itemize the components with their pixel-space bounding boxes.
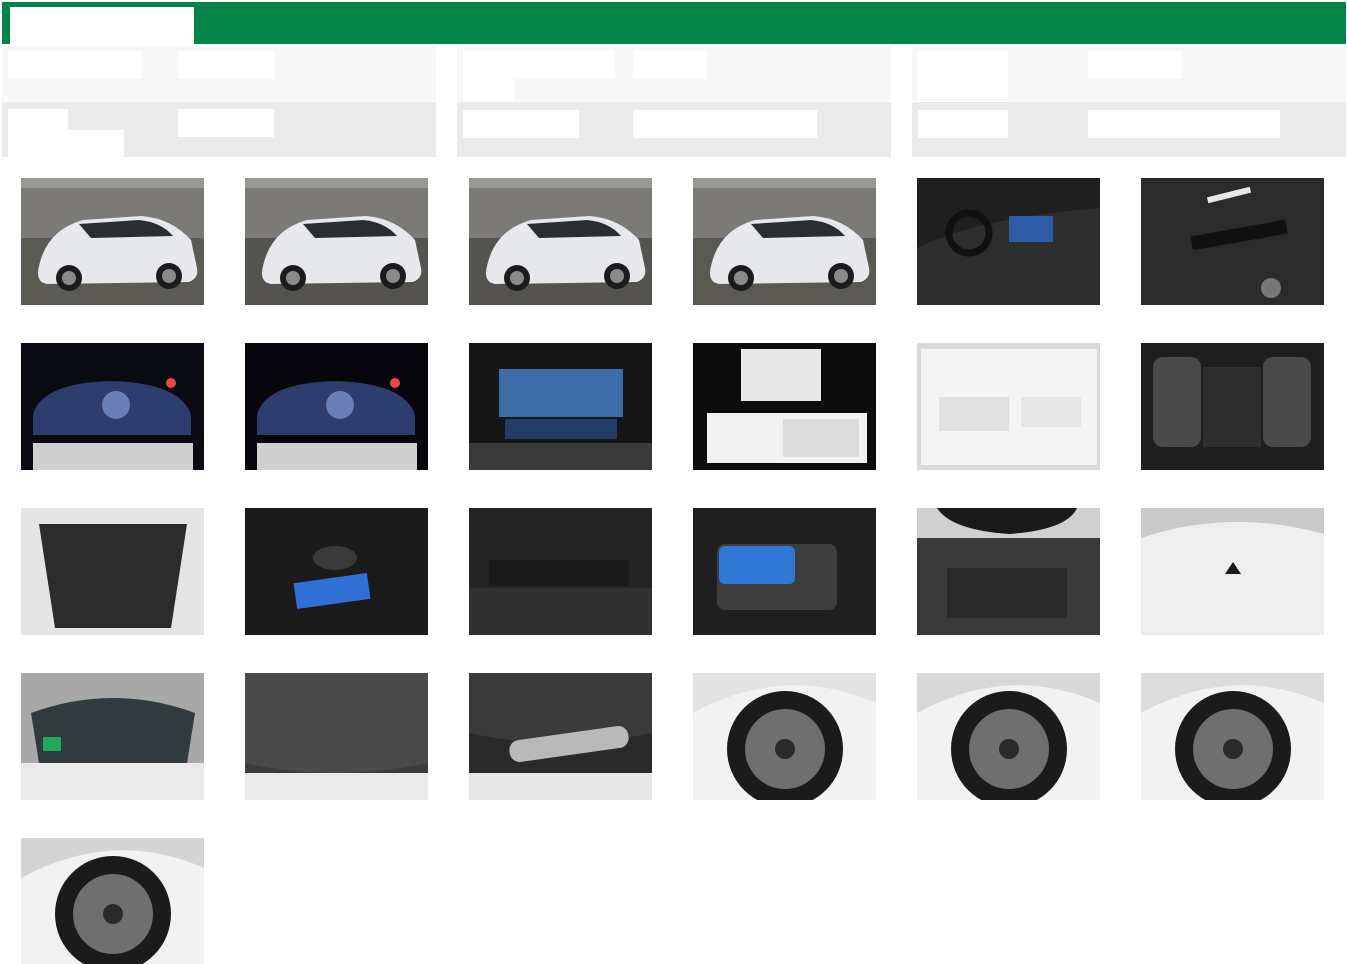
photo-thumbnail[interactable] [469,178,652,305]
rear-seats-photo [1141,343,1324,470]
photo-thumbnail[interactable] [21,838,204,964]
owner-manual-photo [693,343,876,470]
info-row [2,46,436,101]
photo-thumbnail[interactable] [1141,673,1324,800]
photo-thumbnail[interactable] [21,178,204,305]
photo-thumbnail[interactable] [245,673,428,800]
car-front-right-photo [245,178,428,305]
photo-thumbnail[interactable] [21,508,204,635]
underbody-exhaust-photo [469,673,652,800]
photo-thumbnail[interactable] [1141,343,1324,470]
wheel-front-left-photo [693,673,876,800]
charging-cable-bag-photo [693,508,876,635]
info-label-continued [463,74,515,100]
info-value [178,51,274,79]
instrument-cluster-photo [21,343,204,470]
roof-antenna-photo [1141,508,1324,635]
engine-bay-photo [917,508,1100,635]
info-row [2,102,436,157]
photo-thumbnail[interactable] [917,343,1100,470]
info-value [633,51,707,79]
info-value [178,109,274,137]
photo-thumbnail[interactable] [693,508,876,635]
photo-thumbnail[interactable] [245,508,428,635]
info-value [633,110,817,138]
car-rear-left-photo [469,178,652,305]
wheel-rear-left-photo [917,673,1100,800]
info-label-continued [8,130,124,157]
photo-thumbnail[interactable] [21,343,204,470]
photo-thumbnail[interactable] [917,178,1100,305]
info-panel-3 [912,46,1346,158]
photo-thumbnail[interactable] [469,673,652,800]
wheel-front-right-photo [21,838,204,964]
info-label [918,110,1008,138]
vehicle-report-page [0,0,1347,964]
header-bar [2,2,1346,44]
header-tab[interactable] [10,7,194,44]
wheel-rear-right-photo [1141,673,1324,800]
info-row [457,46,891,101]
vin-plate-photo [1141,178,1324,305]
photo-thumbnail[interactable] [245,178,428,305]
photo-thumbnail[interactable] [917,508,1100,635]
info-row [457,102,891,157]
car-front-left-photo [21,178,204,305]
photo-thumbnail[interactable] [917,673,1100,800]
service-book-photo [917,343,1100,470]
photo-thumbnail[interactable] [693,673,876,800]
photo-thumbnail[interactable] [1141,508,1324,635]
info-panel-1 [2,46,436,158]
trunk-open-photo [21,508,204,635]
car-rear-right-photo [693,178,876,305]
info-label [8,51,142,79]
info-row [912,46,1346,101]
photo-thumbnail[interactable] [1141,178,1324,305]
photo-thumbnail[interactable] [245,343,428,470]
underbody-front-photo [245,673,428,800]
instrument-cluster-closeup-photo [245,343,428,470]
photo-thumbnail[interactable] [21,673,204,800]
photo-thumbnail[interactable] [693,178,876,305]
infotainment-screen-photo [469,343,652,470]
info-row [912,102,1346,157]
info-value [1088,51,1182,79]
info-value [1088,110,1280,138]
info-label [463,110,579,138]
photo-thumbnail[interactable] [693,343,876,470]
info-label [918,51,1008,99]
info-panel-2 [457,46,891,158]
photo-thumbnail[interactable] [469,508,652,635]
windshield-photo [21,673,204,800]
trunk-floor-repair-kit-photo [245,508,428,635]
dashboard-interior-photo [917,178,1100,305]
photo-thumbnail[interactable] [469,343,652,470]
trunk-side-compartment-photo [469,508,652,635]
